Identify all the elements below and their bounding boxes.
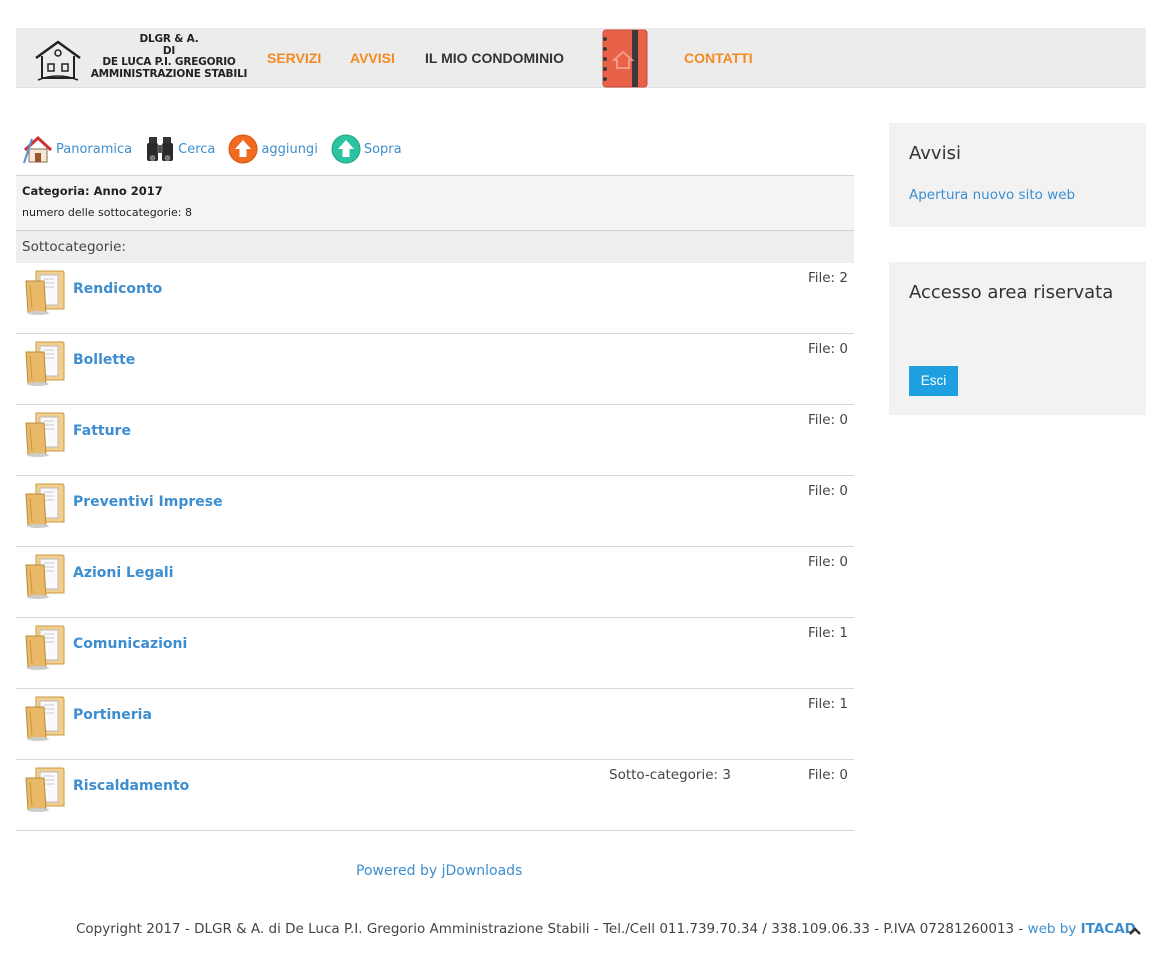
subcategory-file-count: File: 0 [807,554,848,570]
folder-icon[interactable] [24,695,66,741]
subcategory-name[interactable]: Preventivi Imprese [73,494,223,510]
powered-by-link[interactable]: Powered by jDownloads [356,863,522,879]
subcategory-file-count: File: 2 [807,270,848,286]
toolbar-sopra[interactable]: Sopra [330,133,402,165]
toolbar-panoramica-label: Panoramica [56,141,133,157]
site-footer: Copyright 2017 - DLGR & A. di De Luca P.… [76,921,1136,937]
site-header: DLGR & A. DI DE LUCA P.I. GREGORIO AMMIN… [16,28,1146,88]
toolbar-aggiungi[interactable]: aggiungi [227,133,318,165]
nav-servizi[interactable]: SERVIZI [267,28,321,88]
subcategory-list: Rendiconto File: 2 Bollette File: 0 Fatture F… [16,263,854,831]
avvisi-link[interactable]: Apertura nuovo sito web [909,187,1075,203]
subcategory-file-count: File: 0 [807,483,848,499]
upload-arrow-icon [228,134,258,164]
nav-contatti[interactable]: CONTATTI [684,28,753,88]
folder-icon[interactable] [24,766,66,812]
subcategory-file-count: File: 0 [807,341,848,357]
subcategory-name[interactable]: Rendiconto [73,281,162,297]
folder-icon[interactable] [24,340,66,386]
subcategory-row[interactable]: Comunicazioni File: 1 [16,618,854,689]
chevron-up-icon[interactable] [1127,924,1143,938]
nav-avvisi[interactable]: AVVISI [350,28,395,88]
accesso-title: Accesso area riservata [909,282,1114,303]
site-logo[interactable]: DLGR & A. DI DE LUCA P.I. GREGORIO AMMIN… [32,32,254,86]
subcategory-name[interactable]: Fatture [73,423,131,439]
subcategory-name[interactable]: Comunicazioni [73,636,187,652]
home-icon [23,135,53,164]
toolbar-cerca-label: Cerca [178,141,216,157]
toolbar-cerca[interactable]: Cerca [144,133,215,165]
house-logo-icon [35,40,81,81]
subcategory-file-count: File: 0 [807,767,848,783]
address-book-icon[interactable] [602,29,648,88]
subcategory-name[interactable]: Portineria [73,707,152,723]
subcategory-row[interactable]: Riscaldamento Sotto-categorie: 3 File: 0 [16,760,854,831]
toolbar-panoramica[interactable]: Panoramica [22,133,132,165]
logo-text: DLGR & A. DI DE LUCA P.I. GREGORIO AMMIN… [84,33,254,80]
toolbar-aggiungi-label: aggiungi [261,141,318,157]
up-arrow-icon [331,134,361,164]
esci-button[interactable]: Esci [909,366,958,396]
subcategory-row[interactable]: Bollette File: 0 [16,334,854,405]
subcategory-name[interactable]: Riscaldamento [73,778,189,794]
binoculars-icon [147,137,174,161]
folder-icon[interactable] [24,553,66,599]
folder-icon[interactable] [24,269,66,315]
logo-line: DE LUCA P.I. GREGORIO [102,56,236,68]
folder-icon[interactable] [24,411,66,457]
folder-icon[interactable] [24,482,66,528]
folder-icon[interactable] [24,624,66,670]
subcategory-name[interactable]: Azioni Legali [73,565,174,581]
toolbar-sopra-label: Sopra [363,141,402,157]
subcategory-name[interactable]: Bollette [73,352,135,368]
subcategory-row[interactable]: Fatture File: 0 [16,405,854,476]
subcategory-file-count: File: 0 [807,412,848,428]
footer-copyright: Copyright 2017 - DLGR & A. di De Luca P.… [76,921,1028,937]
subcategory-row[interactable]: Portineria File: 1 [16,689,854,760]
subcategory-row[interactable]: Preventivi Imprese File: 0 [16,476,854,547]
subcategory-row[interactable]: Azioni Legali File: 0 [16,547,854,618]
nav-il-mio-condominio[interactable]: IL MIO CONDOMINIO [425,28,564,88]
category-title: Categoria: Anno 2017 [22,184,163,198]
subcategories-heading: Sottocategorie: [16,231,854,263]
subcategory-subcount: Sotto-categorie: 3 [609,767,731,783]
downloads-main: Panoramica Cerca aggiungi Sopra Categori… [16,123,854,831]
subcategory-file-count: File: 1 [807,696,848,712]
logo-line: AMMINISTRAZIONE STABILI [90,67,248,80]
avvisi-title: Avvisi [909,143,961,164]
downloads-toolbar: Panoramica Cerca aggiungi Sopra [16,123,854,175]
footer-web-by[interactable]: web by [1028,921,1077,937]
subcategory-count: numero delle sottocategorie: 8 [22,206,193,219]
subcategory-file-count: File: 1 [807,625,848,641]
sidebar-avvisi: Avvisi Apertura nuovo sito web [889,123,1146,227]
subcategory-row[interactable]: Rendiconto File: 2 [16,263,854,334]
logo-line: DLGR & A. [139,33,199,45]
category-info: Categoria: Anno 2017 numero delle sottoc… [16,175,854,231]
sidebar-accesso: Accesso area riservata Esci [889,262,1146,415]
